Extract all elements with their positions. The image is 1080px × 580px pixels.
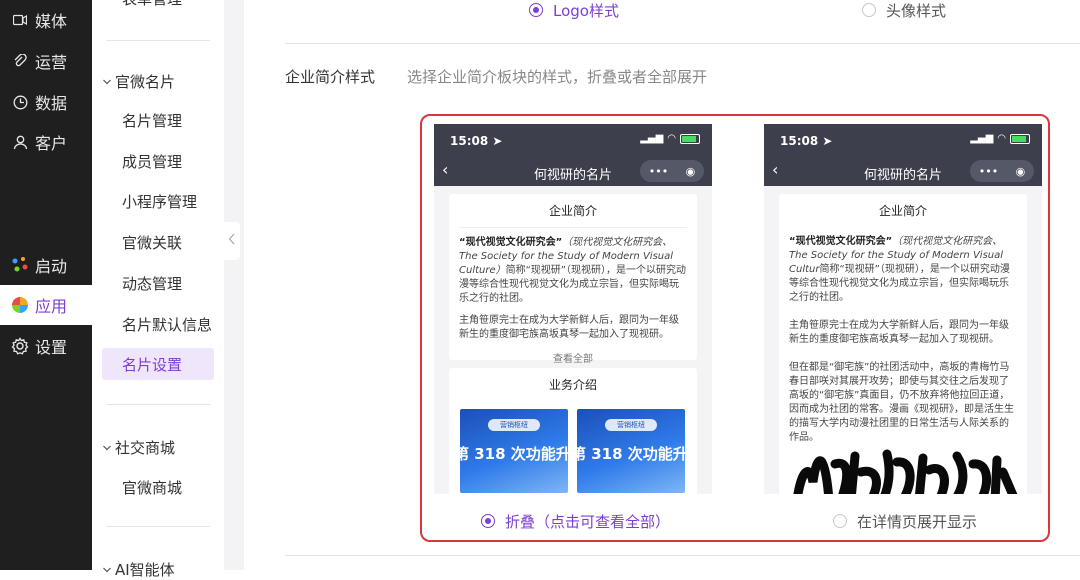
option-label: 头像样式 <box>886 1 947 20</box>
more-dots-icon[interactable]: ••• <box>649 165 668 178</box>
nav-label: 媒体 <box>35 12 68 31</box>
chevron-down-icon <box>102 73 112 91</box>
launch-dots-icon <box>11 256 29 274</box>
view-all-link[interactable]: 查看全部 <box>449 350 697 365</box>
option-label: 折叠（点击可查看全部） <box>505 512 671 531</box>
collapse-option[interactable]: 折叠（点击可查看全部） <box>481 511 670 531</box>
calligraphy-image <box>793 449 1018 494</box>
signal-icon: ▂▄▆ <box>970 133 994 144</box>
radio-unchecked[interactable] <box>862 3 876 17</box>
card-title: 业务介绍 <box>548 378 597 392</box>
intro-style-label: 企业简介样式 <box>285 68 376 86</box>
battery-icon <box>680 133 700 144</box>
nav-label: 数据 <box>35 94 68 113</box>
miniprogram-capsule[interactable]: ••• ◉ <box>640 160 704 182</box>
divider <box>106 404 210 405</box>
miniprogram-capsule[interactable]: ••• ◉ <box>970 160 1034 182</box>
video-icon <box>11 11 29 29</box>
collapse-sidebar-button[interactable] <box>224 222 240 260</box>
avatar-style-option[interactable]: 头像样式 <box>862 0 946 20</box>
card-title: 企业简介 <box>878 204 927 218</box>
sidebar-item-card-settings[interactable]: 名片设置 <box>102 348 214 380</box>
wifi-icon: ◠ <box>667 133 676 144</box>
sidebar-item-member-management[interactable]: 成员管理 <box>102 145 214 177</box>
promo-banner[interactable]: 营销枢纽 第 318 次功能升级 <box>577 409 685 493</box>
location-arrow-icon: ➤ <box>822 134 833 148</box>
sidebar-item-feed-management[interactable]: 动态管理 <box>102 267 214 299</box>
phone-header: 15:08 ➤ ▂▄▆ ◠ ‹ 何视研的名片 ••• ◉ <box>764 124 1042 186</box>
intro-paragraph-faded: 主角笹原完士在成为大学新鲜人后，跟同为一年级新生的重度御宅族高坂真琴一起加入了现… <box>459 315 679 340</box>
radio-checked[interactable] <box>481 514 495 528</box>
location-arrow-icon: ➤ <box>492 134 503 148</box>
phone-header: 15:08 ➤ ▂▄▆ ◠ ‹ 何视研的名片 ••• ◉ <box>434 124 712 186</box>
sidebar-item-wechat-mall[interactable]: 官微商城 <box>102 471 214 503</box>
signal-icon: ▂▄▆ <box>640 133 664 144</box>
nav-item-apps[interactable]: 应用 <box>0 285 92 325</box>
pinwheel-icon <box>11 296 29 314</box>
radio-checked[interactable] <box>529 3 543 17</box>
sidebar-item-form-management[interactable]: 表单管理 <box>102 0 214 14</box>
sidebar-item-card-default-info[interactable]: 名片默认信息 <box>102 308 214 340</box>
section-divider <box>285 555 1080 556</box>
promo-text: 第 318 次功能升级 <box>577 445 685 463</box>
intro-paragraph: 但在都是“御宅族”的社团活动中，高坂的青梅竹马春日部咲对其展开攻势；即使与其交往… <box>789 362 1014 443</box>
promo-badge: 营销枢纽 <box>605 419 657 431</box>
gear-icon <box>11 337 29 355</box>
nav-item-media[interactable]: 媒体 <box>0 0 92 40</box>
more-dots-icon[interactable]: ••• <box>979 165 998 178</box>
status-icons: ▂▄▆ ◠ <box>640 133 700 144</box>
sidebar-item-miniprogram-management[interactable]: 小程序管理 <box>102 185 214 217</box>
phone-preview-expanded: 15:08 ➤ ▂▄▆ ◠ ‹ 何视研的名片 ••• ◉ 企业简介 “现代视觉文化… <box>764 124 1042 494</box>
intro-style-description: 选择企业简介板块的样式，折叠或者全部展开 <box>407 68 708 86</box>
option-label: 在详情页展开显示 <box>857 512 978 531</box>
nav-label: 运营 <box>35 53 68 72</box>
phone-time: 15:08 ➤ <box>780 134 833 148</box>
divider <box>106 40 210 41</box>
logo-style-option[interactable]: Logo样式 <box>529 0 619 20</box>
sidebar-group-social-mall[interactable]: 社交商城 <box>102 437 175 458</box>
nav-item-settings[interactable]: 设置 <box>0 326 92 366</box>
promo-banner[interactable]: 营销枢纽 第 318 次功能升级 <box>460 409 568 493</box>
nav-label: 应用 <box>35 297 68 316</box>
phone-time: 15:08 ➤ <box>450 134 503 148</box>
sidebar-gutter <box>224 0 244 570</box>
intro-paragraph: “现代视觉文化研究会”（现代视觉文化研究会、The Society for th… <box>459 237 686 304</box>
nav-item-launch[interactable]: 启动 <box>0 245 92 285</box>
target-close-icon[interactable]: ◉ <box>1016 165 1026 178</box>
promo-badge: 营销枢纽 <box>488 419 540 431</box>
nav-label: 客户 <box>35 134 68 153</box>
intro-paragraph: 主角笹原完士在成为大学新鲜人后，跟同为一年级新生的重度御宅族高坂真琴一起加入了现… <box>789 320 1009 345</box>
clock-icon <box>11 93 29 111</box>
wifi-icon: ◠ <box>997 133 1006 144</box>
nav-label: 启动 <box>35 257 68 276</box>
promo-text: 第 318 次功能升级 <box>460 445 568 463</box>
nav-label: 设置 <box>35 338 68 357</box>
nav-item-data[interactable]: 数据 <box>0 82 92 122</box>
phone-preview-collapsed: 15:08 ➤ ▂▄▆ ◠ ‹ 何视研的名片 ••• ◉ 企业简介 “现代视觉文化… <box>434 124 712 494</box>
main-nav: 媒体 运营 数据 客户 启动 应用 设置 <box>0 0 92 570</box>
option-label: Logo样式 <box>553 1 619 20</box>
section-divider <box>285 43 1080 44</box>
battery-icon <box>1010 133 1030 144</box>
radio-unchecked[interactable] <box>833 514 847 528</box>
paperclip-icon <box>11 52 29 70</box>
sidebar-group-label: 官微名片 <box>115 73 176 91</box>
sidebar-group-wechat-card[interactable]: 官微名片 <box>102 71 175 92</box>
status-icons: ▂▄▆ ◠ <box>970 133 1030 144</box>
nav-item-operations[interactable]: 运营 <box>0 41 92 81</box>
intro-paragraph: “现代视觉文化研究会”（现代视觉文化研究会、The Society for th… <box>789 236 1010 303</box>
chevron-left-icon <box>228 233 236 249</box>
secondary-sidebar: 表单管理 官微名片 名片管理 成员管理 小程序管理 官微关联 动态管理 名片默认… <box>92 0 224 579</box>
chevron-down-icon <box>102 439 112 457</box>
target-close-icon[interactable]: ◉ <box>686 165 696 178</box>
card-title: 企业简介 <box>459 194 687 228</box>
intro-card: 企业简介 “现代视觉文化研究会”（现代视觉文化研究会、The Society f… <box>449 194 697 365</box>
sidebar-item-wechat-link[interactable]: 官微关联 <box>102 226 214 258</box>
nav-item-customers[interactable]: 客户 <box>0 122 92 162</box>
divider <box>106 526 210 527</box>
sidebar-item-card-management[interactable]: 名片管理 <box>102 104 214 136</box>
sidebar-group-label: 社交商城 <box>115 439 176 457</box>
expand-in-detail-option[interactable]: 在详情页展开显示 <box>833 511 977 531</box>
person-icon <box>11 133 29 151</box>
